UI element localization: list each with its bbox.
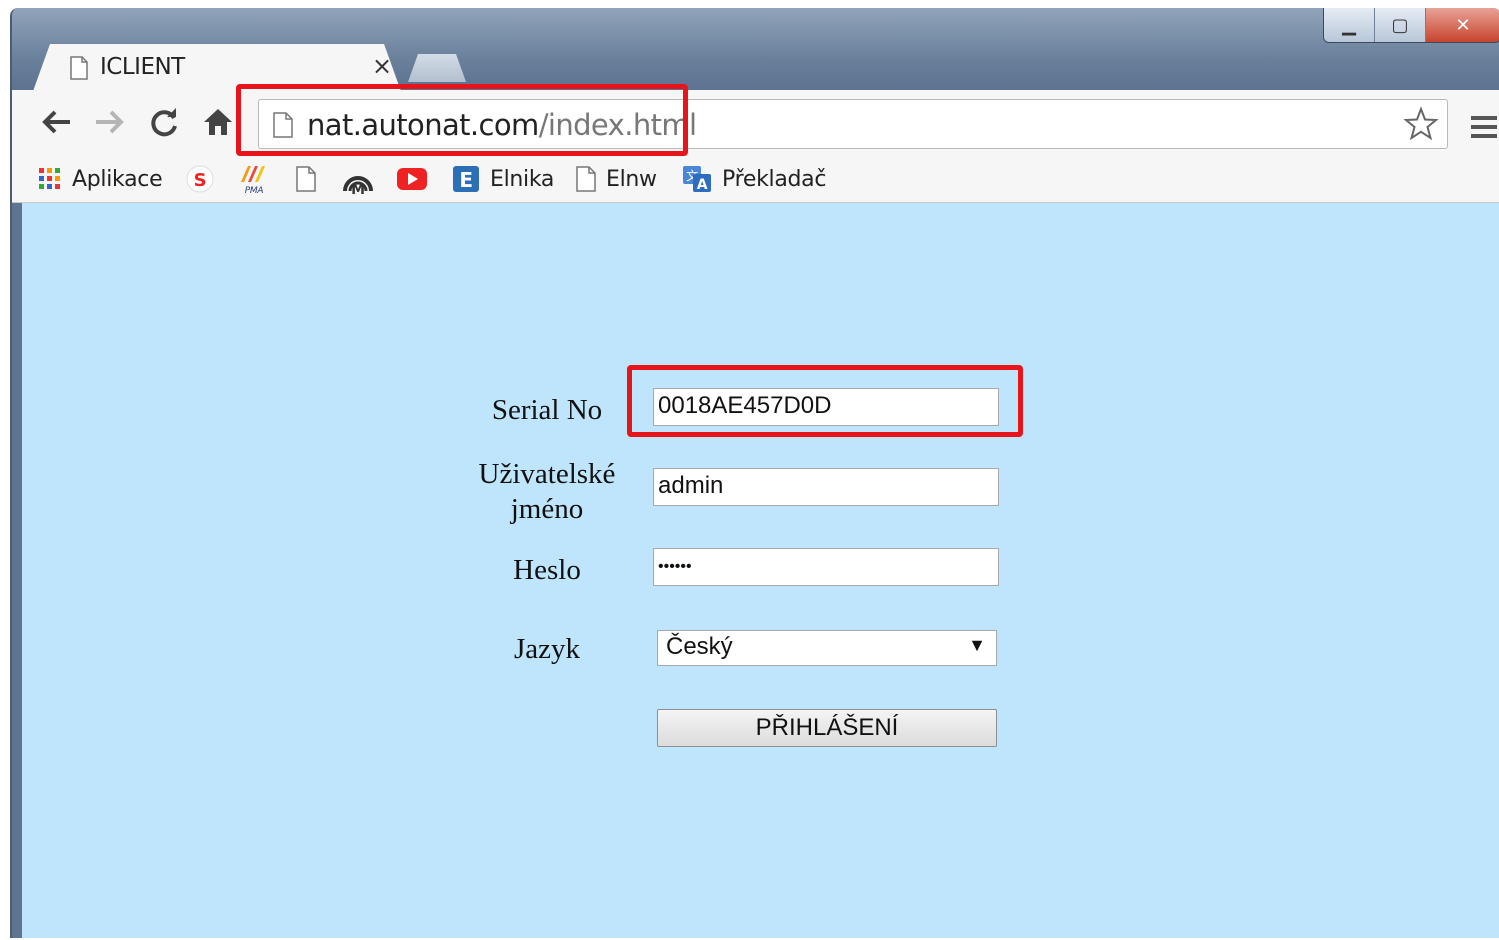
- menu-button[interactable]: [1471, 116, 1497, 140]
- forward-button[interactable]: [90, 104, 130, 140]
- bookmark-pma[interactable]: PMA: [238, 162, 270, 196]
- window-controls: ▁ ▢ ✕: [1323, 8, 1499, 43]
- serial-input-highlight: [627, 365, 1023, 437]
- language-select[interactable]: Český ▼: [657, 630, 997, 666]
- e-logo-icon: E: [453, 166, 479, 192]
- m-logo-icon: M: [343, 176, 373, 195]
- close-window-button[interactable]: ✕: [1425, 8, 1499, 42]
- arrow-left-icon: [42, 110, 70, 134]
- bookmark-youtube[interactable]: [396, 162, 428, 196]
- bookmarks-bar: Aplikace S PMA M E Elnika Elnw 文 A Překl…: [12, 156, 1499, 203]
- bookmark-m[interactable]: M: [342, 162, 374, 196]
- page-icon: [296, 166, 316, 192]
- new-tab-button[interactable]: [408, 54, 466, 82]
- svg-text:M: M: [351, 182, 365, 195]
- bookmark-elnika[interactable]: E Elnika: [452, 162, 554, 196]
- username-label-line1: Uživatelské: [478, 458, 616, 490]
- bookmark-label: Elnika: [490, 166, 555, 192]
- maximize-button[interactable]: ▢: [1374, 8, 1425, 42]
- back-button[interactable]: [36, 104, 76, 140]
- translate-icon: 文 A: [683, 166, 711, 193]
- bookmark-label: Překladač: [722, 166, 827, 192]
- menu-icon-line: [1471, 125, 1497, 129]
- serial-label: Serial No: [491, 394, 603, 426]
- bookmark-aplikace[interactable]: Aplikace: [38, 162, 163, 196]
- svg-text:PMA: PMA: [245, 186, 264, 194]
- username-input[interactable]: admin: [653, 468, 999, 506]
- bookmark-label: Aplikace: [72, 166, 163, 192]
- password-label: Heslo: [513, 554, 581, 586]
- username-label: Uživatelské jméno: [452, 457, 642, 527]
- menu-icon: [1471, 116, 1497, 120]
- svg-text:S: S: [194, 170, 207, 191]
- dropdown-arrow-icon: ▼: [968, 635, 986, 655]
- home-icon: [204, 109, 232, 135]
- apps-grid-icon: [39, 168, 60, 189]
- bookmark-label: Elnw: [606, 166, 657, 192]
- svg-text:E: E: [459, 168, 472, 192]
- bookmark-page[interactable]: [296, 162, 316, 196]
- bookmark-star-icon[interactable]: [1403, 106, 1439, 142]
- s-logo-icon: S: [186, 165, 214, 193]
- svg-text:A: A: [697, 177, 708, 193]
- minimize-button[interactable]: ▁: [1324, 8, 1374, 42]
- language-value: Český: [666, 633, 733, 660]
- menu-icon-line: [1471, 134, 1497, 138]
- page-icon: [576, 166, 596, 192]
- language-label: Jazyk: [513, 633, 581, 665]
- reload-icon: [151, 108, 177, 137]
- bookmark-s[interactable]: S: [186, 162, 214, 196]
- page-icon: [70, 56, 88, 80]
- login-button[interactable]: PŘIHLÁŠENÍ: [657, 709, 997, 747]
- tab-title: ICLIENT: [100, 54, 185, 80]
- bookmark-prekladac[interactable]: 文 A Překladač: [682, 162, 826, 196]
- arrow-right-icon: [96, 110, 124, 134]
- pma-logo-icon: PMA: [241, 166, 265, 194]
- username-label-line2: jméno: [510, 493, 584, 525]
- youtube-icon: [397, 168, 427, 190]
- address-bar-highlight: [236, 84, 688, 156]
- bookmark-elnw[interactable]: Elnw: [576, 162, 657, 196]
- page-content: Serial No 0018AE457D0D Uživatelské jméno…: [22, 203, 1499, 938]
- home-button[interactable]: [198, 104, 238, 140]
- password-input[interactable]: ••••••: [653, 548, 999, 586]
- browser-window: ▁ ▢ ✕ ICLIENT × nat.autonat.com/index.ht…: [10, 8, 1499, 938]
- reload-button[interactable]: [144, 104, 184, 140]
